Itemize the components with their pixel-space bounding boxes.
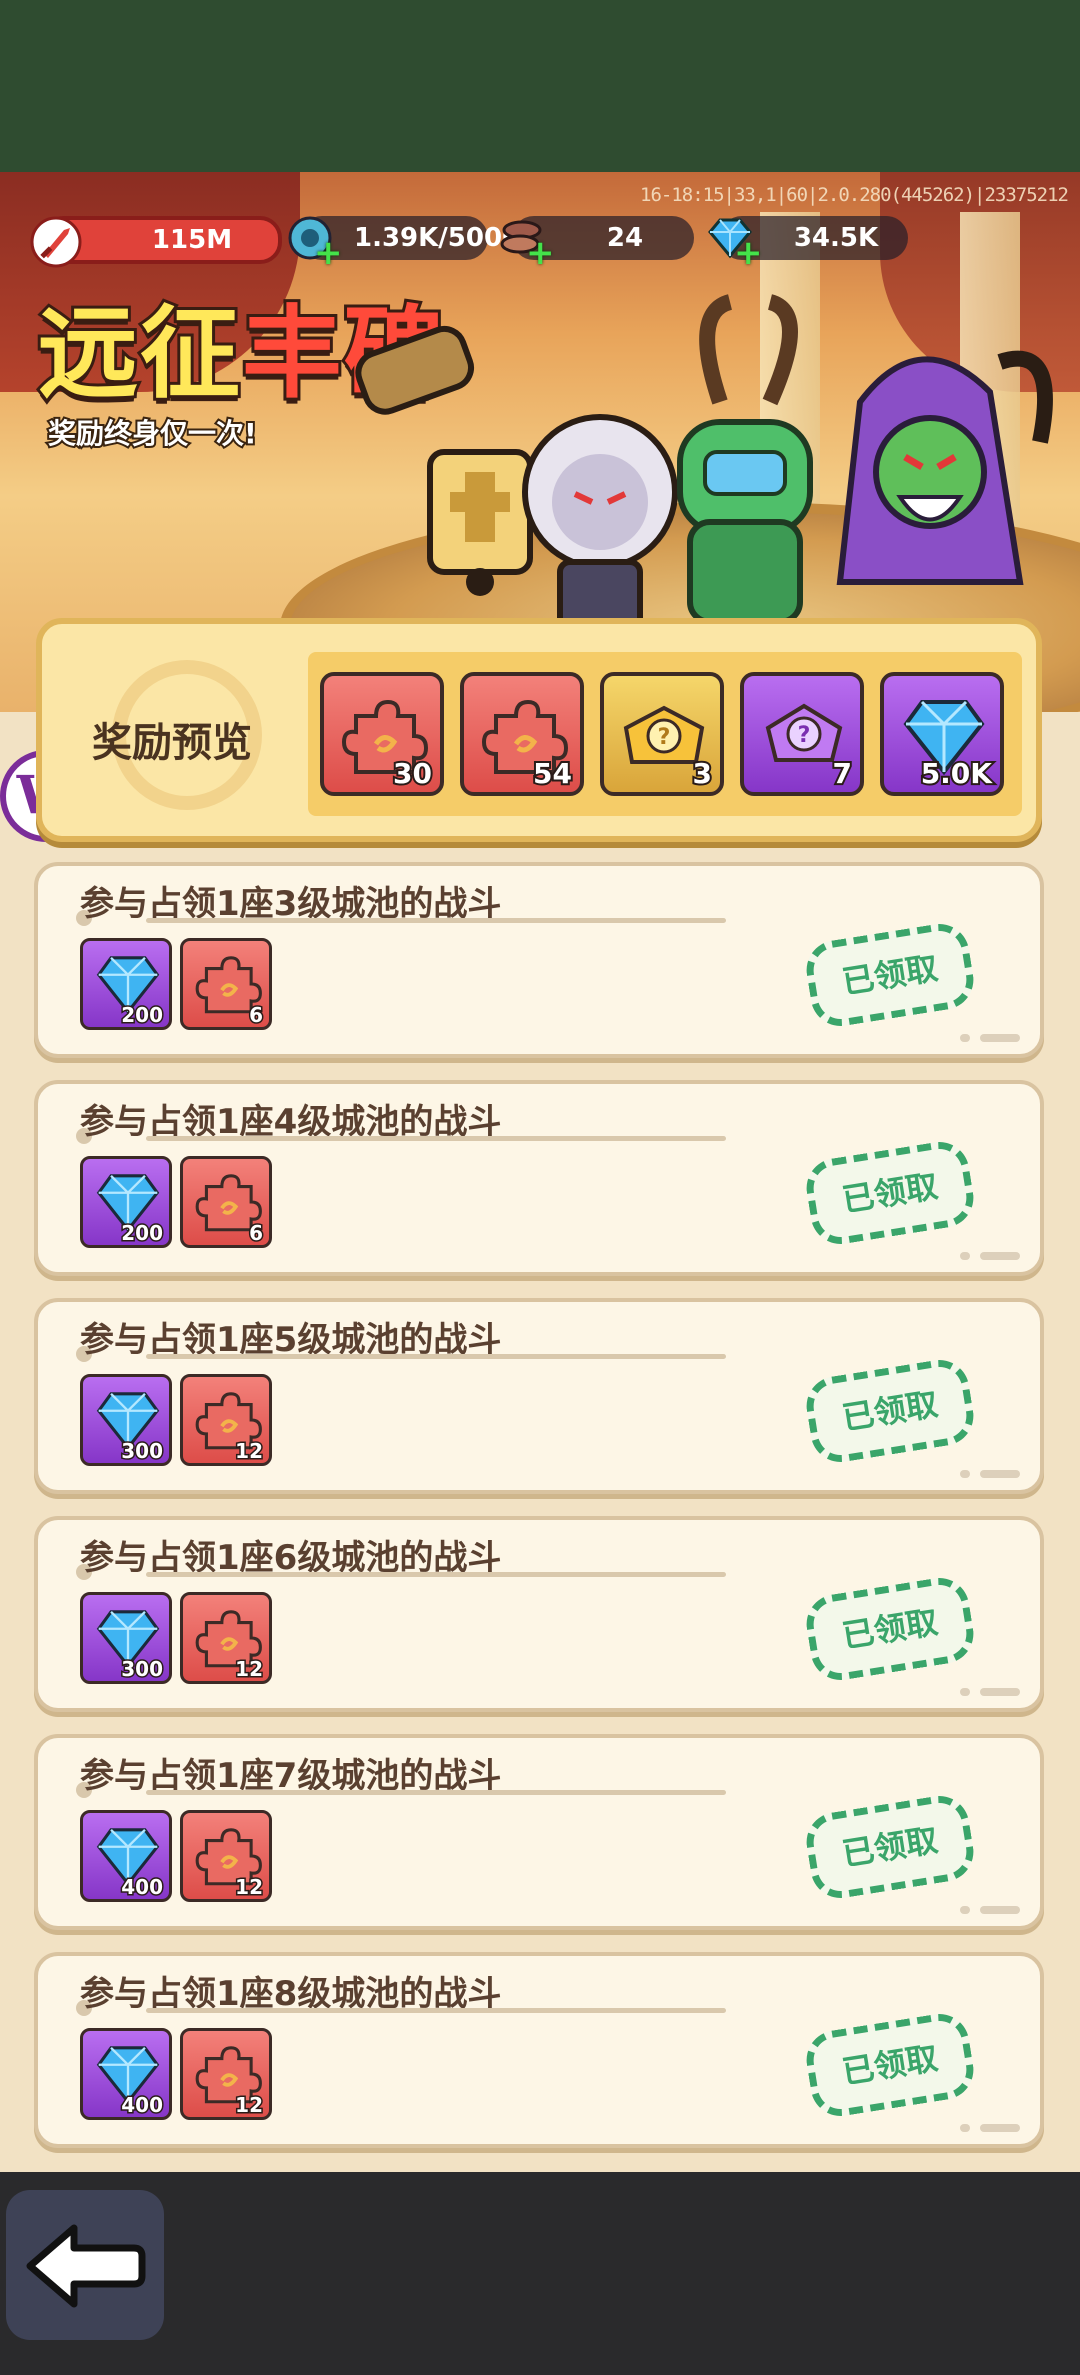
gold-knight-hero: [355, 325, 533, 596]
claimed-stamp: 已领取: [802, 1573, 978, 1685]
add-energy-icon[interactable]: +: [314, 236, 343, 270]
claimed-stamp: 已领取: [802, 2009, 978, 2121]
add-gems-icon[interactable]: +: [734, 236, 763, 270]
reward-diamond[interactable]: 200: [80, 938, 172, 1030]
event-subtitle: 奖励终身仅一次!: [46, 415, 259, 452]
task-card: 参与占领1座4级城池的战斗 200 6 已领取: [34, 1080, 1044, 1276]
reward-puzzle[interactable]: 12: [180, 1810, 272, 1902]
material-counter[interactable]: + 24: [500, 216, 694, 270]
preview-item-diamond[interactable]: 5.0K: [880, 672, 1004, 796]
gem-value: 34.5K: [793, 223, 879, 253]
reward-diamond[interactable]: 300: [80, 1592, 172, 1684]
energy-value: 1.39K/5000: [354, 223, 521, 253]
preview-item-purple-gem[interactable]: ? 7: [740, 672, 864, 796]
reward-puzzle[interactable]: 12: [180, 1592, 272, 1684]
task-card: 参与占领1座8级城池的战斗 400 12 已领取: [34, 1952, 1044, 2148]
task-card: 参与占领1座6级城池的战斗 300 12 已领取: [34, 1516, 1044, 1712]
add-material-icon[interactable]: +: [526, 236, 555, 270]
white-hood-hero: [522, 414, 678, 635]
reward-puzzle[interactable]: 6: [180, 1156, 272, 1248]
reward-diamond[interactable]: 400: [80, 2028, 172, 2120]
power-counter[interactable]: 115M: [30, 216, 282, 268]
preview-item-puzzle-1[interactable]: 30: [320, 672, 444, 796]
reward-puzzle[interactable]: 12: [180, 1374, 272, 1466]
gem-counter[interactable]: + 34.5K: [708, 216, 908, 270]
status-bar-area: [0, 0, 1080, 172]
claimed-stamp: 已领取: [802, 1137, 978, 1249]
bottom-bar: [0, 2172, 1080, 2375]
preview-item-gold-chest[interactable]: ? 3: [600, 672, 724, 796]
green-antler-hero: [677, 294, 813, 625]
purple-wizard-hero: [836, 350, 1053, 585]
claimed-stamp: 已领取: [802, 1355, 978, 1467]
task-card: 参与占领1座5级城池的战斗 300 12 已领取: [34, 1298, 1044, 1494]
reward-diamond[interactable]: 400: [80, 1810, 172, 1902]
reward-preview-panel: 奖励预览 30 54 ? 3 ? 7 5.0K: [36, 618, 1042, 842]
debug-info: 16-18:15|33,1|60|2.0.280(445262)|2337521…: [640, 184, 1069, 206]
task-card: 参与占领1座3级城池的战斗 200 6 已领取: [34, 862, 1044, 1058]
claimed-stamp: 已领取: [802, 1791, 978, 1903]
svg-text:?: ?: [798, 723, 811, 748]
material-value: 24: [606, 223, 644, 253]
reward-diamond[interactable]: 200: [80, 1156, 172, 1248]
power-value: 115M: [151, 225, 233, 255]
svg-text:?: ?: [658, 725, 671, 750]
reward-puzzle[interactable]: 12: [180, 2028, 272, 2120]
reward-preview-label: 奖励预览: [92, 720, 252, 766]
reward-diamond[interactable]: 300: [80, 1374, 172, 1466]
reward-puzzle[interactable]: 6: [180, 938, 272, 1030]
sword-icon: [30, 216, 82, 268]
preview-item-puzzle-2[interactable]: 54: [460, 672, 584, 796]
back-arrow-icon: [26, 2224, 146, 2308]
back-button[interactable]: [6, 2190, 164, 2340]
claimed-stamp: 已领取: [802, 919, 978, 1031]
task-card: 参与占领1座7级城池的战斗 400 12 已领取: [34, 1734, 1044, 1930]
energy-counter[interactable]: + 1.39K/5000: [288, 216, 521, 270]
